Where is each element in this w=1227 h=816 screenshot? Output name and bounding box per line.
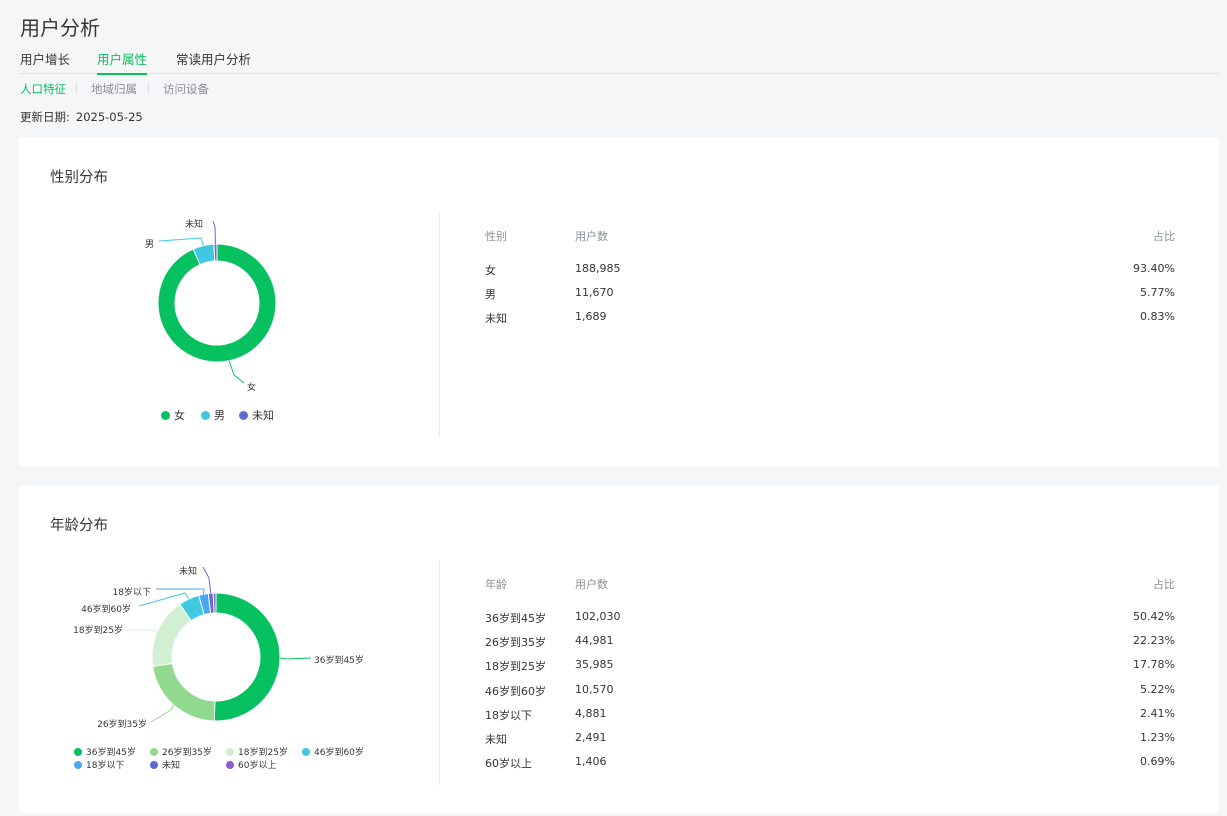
subtab-divider	[148, 83, 149, 94]
legend-label: 未知	[162, 761, 181, 771]
col-gender: 性别	[485, 230, 507, 243]
legend-dot-icon	[239, 410, 248, 420]
legend-item[interactable]: 女	[161, 407, 185, 423]
legend-item[interactable]: 60岁以上	[226, 758, 276, 771]
row-percent: 0.69%	[1140, 755, 1175, 769]
legend-item[interactable]: 26岁到35岁	[150, 745, 212, 758]
legend-label: 18岁到25岁	[238, 748, 288, 758]
legend-item[interactable]: 未知	[150, 758, 180, 771]
col-percent: 占比	[1153, 578, 1175, 591]
legend-dot-icon	[302, 747, 310, 756]
gender-table-header: 性别 用户数 占比	[485, 228, 1175, 243]
subtab-devices[interactable]: 访问设备	[163, 81, 209, 97]
legend-dot-icon	[226, 747, 234, 756]
row-count: 2,491	[575, 730, 607, 744]
age-table: 年龄 用户数 占比 36岁到45岁 102,030 50.42% 26岁到35岁…	[485, 576, 1175, 779]
row-count: 44,981	[575, 634, 614, 648]
legend-dot-icon	[161, 410, 170, 420]
row-name: 18岁以下	[485, 708, 532, 722]
table-row: 未知 2,491 1.23%	[485, 731, 1175, 755]
row-name: 26岁到35岁	[485, 636, 546, 650]
table-row: 女 188,985 93.40%	[485, 262, 1175, 286]
subtab-region[interactable]: 地域归属	[91, 81, 137, 97]
age-divider	[439, 560, 440, 785]
age-legend: 36岁到45岁 26岁到35岁 18岁到25岁 46岁到60岁 18岁以下 未知 60岁以上	[19, 485, 439, 813]
update-date-value: 2025-05-25	[75, 110, 143, 124]
legend-dot-icon	[74, 747, 82, 756]
row-percent: 22.23%	[1133, 634, 1175, 648]
row-name: 未知	[485, 732, 507, 746]
legend-item[interactable]: 未知	[239, 407, 274, 423]
legend-item[interactable]: 18岁以下	[74, 758, 124, 771]
legend-dot-icon	[150, 760, 158, 769]
legend-label: 18岁以下	[86, 761, 125, 771]
table-row: 男 11,670 5.77%	[485, 286, 1175, 310]
legend-label: 未知	[252, 409, 274, 422]
legend-label: 26岁到35岁	[162, 748, 212, 758]
row-percent: 93.40%	[1133, 262, 1175, 275]
table-row: 未知 1,689 0.83%	[485, 310, 1175, 334]
row-name: 男	[485, 288, 496, 302]
col-users: 用户数	[575, 578, 608, 591]
legend-item[interactable]: 36岁到45岁	[74, 745, 136, 758]
row-count: 188,985	[575, 262, 621, 275]
legend-dot-icon	[150, 747, 158, 756]
row-percent: 5.77%	[1140, 286, 1175, 300]
legend-dot-icon	[74, 760, 82, 769]
legend-label: 36岁到45岁	[86, 748, 136, 758]
table-row: 18岁以下 4,881 2.41%	[485, 707, 1175, 731]
legend-label: 46岁到60岁	[314, 748, 364, 758]
row-count: 11,670	[575, 286, 614, 300]
gender-divider	[439, 212, 440, 437]
row-name: 女	[485, 264, 496, 277]
gender-card: 性别分布 女男未知 女男未知 性别 用户数 占比 女 188,985 93.40…	[19, 137, 1219, 467]
legend-item[interactable]: 46岁到60岁	[302, 745, 364, 758]
row-count: 102,030	[575, 610, 621, 623]
age-card: 年龄分布 36岁到45岁 26岁到35岁 18岁到25岁 46岁到60岁 18岁以下 未知…	[19, 485, 1219, 813]
legend-label: 女	[174, 409, 185, 422]
row-name: 46岁到60岁	[485, 684, 546, 698]
main-tabs: 用户增长 用户属性 常读用户分析	[20, 52, 1219, 75]
tab-user-attributes[interactable]: 用户属性	[97, 52, 148, 75]
table-row: 18岁到25岁 35,985 17.78%	[485, 658, 1175, 682]
col-users: 用户数	[575, 230, 608, 243]
col-percent: 占比	[1153, 230, 1175, 243]
legend-dot-icon	[226, 760, 234, 769]
row-count: 10,570	[575, 682, 614, 696]
row-percent: 2.41%	[1140, 706, 1175, 720]
row-percent: 50.42%	[1133, 610, 1175, 623]
table-row: 26岁到35岁 44,981 22.23%	[485, 634, 1175, 658]
row-percent: 1.23%	[1140, 730, 1175, 744]
subtab-divider	[76, 83, 77, 94]
subtab-demographics[interactable]: 人口特征	[20, 81, 66, 97]
row-name: 18岁到25岁	[485, 660, 546, 674]
table-row: 60岁以上 1,406 0.69%	[485, 755, 1175, 779]
table-row: 36岁到45岁 102,030 50.42%	[485, 610, 1175, 634]
row-percent: 17.78%	[1133, 658, 1175, 672]
legend-dot-icon	[201, 410, 210, 420]
tab-frequent-readers[interactable]: 常读用户分析	[176, 52, 251, 74]
row-count: 1,406	[575, 755, 607, 769]
tab-user-growth[interactable]: 用户增长	[20, 52, 70, 74]
gender-legend: 女 男 未知	[19, 137, 439, 467]
legend-item[interactable]: 男	[201, 407, 225, 423]
table-row: 46岁到60岁 10,570 5.22%	[485, 683, 1175, 707]
row-count: 35,985	[575, 658, 614, 672]
page-title: 用户分析	[20, 16, 100, 40]
row-count: 4,881	[575, 706, 607, 720]
gender-table: 性别 用户数 占比 女 188,985 93.40% 男 11,670 5.77…	[485, 228, 1175, 335]
legend-item[interactable]: 18岁到25岁	[226, 745, 288, 758]
row-name: 未知	[485, 312, 507, 326]
row-percent: 0.83%	[1140, 310, 1175, 324]
col-age: 年龄	[485, 578, 507, 591]
legend-label: 60岁以上	[238, 761, 277, 771]
row-count: 1,689	[575, 310, 607, 324]
row-name: 36岁到45岁	[485, 612, 546, 625]
legend-label: 男	[214, 409, 225, 422]
age-table-header: 年龄 用户数 占比	[485, 576, 1175, 591]
row-name: 60岁以上	[485, 757, 532, 771]
row-percent: 5.22%	[1140, 682, 1175, 696]
update-date-row: 更新日期: 2025-05-25	[20, 109, 149, 125]
update-date-label: 更新日期:	[20, 110, 70, 124]
